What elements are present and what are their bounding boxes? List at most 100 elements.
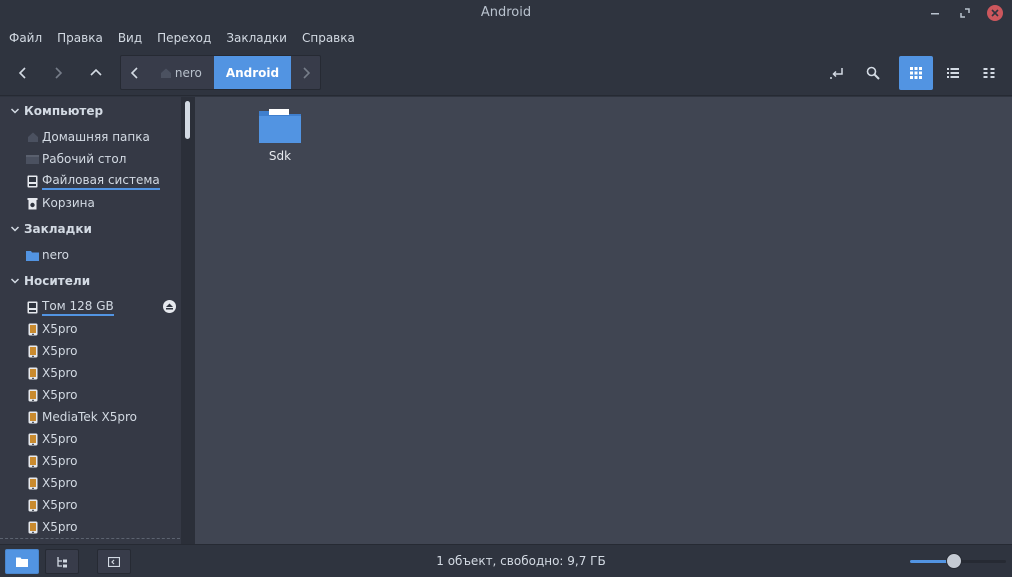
breadcrumb-current[interactable]: Android [213, 56, 292, 89]
sidebar-scrollbar-thumb[interactable] [185, 101, 190, 139]
list-view-button[interactable] [936, 56, 970, 90]
search-icon [866, 66, 880, 80]
phone-icon [28, 521, 37, 533]
sidebar-item-label: X5pro [42, 476, 78, 490]
sidebar-item-desktop[interactable]: Рабочий стол [0, 148, 180, 170]
desktop-icon [26, 154, 39, 164]
maximize-button[interactable] [956, 4, 974, 22]
eject-button[interactable] [163, 300, 176, 313]
sidebar-item-label: Рабочий стол [42, 152, 127, 166]
minimize-button[interactable] [926, 4, 944, 22]
sidebar-item-label: X5pro [42, 520, 78, 534]
path-scroll-left-button[interactable] [121, 56, 150, 89]
sidebar-item-nero[interactable]: nero [0, 244, 180, 266]
sidebar-item-label: X5pro [42, 366, 78, 380]
sidebar-item-label: nero [42, 248, 69, 262]
sidebar-item-label: X5pro [42, 344, 78, 358]
enter-location-icon [830, 68, 843, 79]
menu-help[interactable]: Справка [301, 26, 356, 50]
phone-icon [28, 389, 37, 401]
chevron-up-icon [90, 68, 102, 76]
phone-icon [28, 455, 37, 467]
home-icon [160, 68, 171, 78]
phone-icon [28, 499, 37, 511]
folder-item[interactable]: Sdk [255, 107, 305, 169]
sidebar-item-label: X5pro [42, 388, 78, 402]
chevron-left-icon [131, 66, 138, 79]
search-button[interactable] [856, 56, 890, 90]
sidebar-item-trash[interactable]: Корзина [0, 192, 180, 214]
sidebar-item-label: Файловая система [42, 173, 160, 190]
sidebar-item-volume[interactable]: Том 128 GB [0, 296, 180, 318]
sidebar-item-device[interactable]: X5pro [0, 362, 180, 384]
sidebar-item-device[interactable]: X5pro [0, 428, 180, 450]
section-computer[interactable]: Компьютер [0, 100, 180, 122]
toggle-location-button[interactable] [820, 56, 854, 90]
window-title: Android [480, 5, 532, 20]
sidebar-item-device[interactable]: X5pro [0, 340, 180, 362]
chevron-down-icon [10, 278, 20, 284]
path-scroll-right-button[interactable] [291, 56, 320, 89]
sidebar-item-label: X5pro [42, 498, 78, 512]
trash-icon [27, 197, 38, 209]
chevron-right-icon [302, 66, 310, 79]
chevron-right-icon [55, 67, 63, 79]
sidebar-scrollbar[interactable] [181, 97, 195, 544]
sidebar-item-home[interactable]: Домашняя папка [0, 126, 180, 148]
places-sidebar: Компьютер Домашняя папка Рабочий стол Фа… [0, 97, 195, 544]
phone-icon [28, 477, 37, 489]
menu-bookmarks[interactable]: Закладки [225, 26, 288, 50]
section-bookmarks[interactable]: Закладки [0, 218, 180, 240]
status-bar: 1 объект, свободно: 9,7 ГБ [0, 544, 1012, 577]
compact-view-button[interactable] [972, 56, 1006, 90]
compact-view-icon [983, 68, 995, 78]
toolbar: nero Android [0, 50, 1012, 96]
section-title: Закладки [24, 222, 92, 236]
status-text: 1 объект, свободно: 9,7 ГБ [436, 554, 606, 568]
close-button[interactable] [986, 4, 1004, 22]
back-button[interactable] [6, 56, 40, 90]
phone-icon [28, 411, 37, 423]
title-bar[interactable]: Android [0, 0, 1012, 26]
sidebar-item-device[interactable]: X5pro [0, 516, 180, 538]
section-title: Носители [24, 274, 91, 288]
chevron-down-icon [10, 108, 20, 114]
menu-edit[interactable]: Правка [56, 26, 104, 50]
sidebar-item-device[interactable]: MediaTek X5pro [0, 406, 180, 428]
sidebar-item-device[interactable]: X5pro [0, 318, 180, 340]
folder-name: Sdk [268, 149, 292, 163]
up-button[interactable] [79, 56, 113, 90]
sidebar-item-label: MediaTek X5pro [42, 410, 137, 424]
sidebar-item-label: X5pro [42, 454, 78, 468]
breadcrumb-home[interactable]: nero [150, 56, 214, 89]
file-view[interactable]: Sdk [195, 97, 1012, 544]
forward-button[interactable] [41, 56, 75, 90]
menu-file[interactable]: Файл [8, 26, 43, 50]
home-icon [27, 132, 38, 142]
sidebar-item-filesystem[interactable]: Файловая система [0, 170, 180, 192]
sidebar-item-device[interactable]: X5pro [0, 472, 180, 494]
sidebar-item-label: Том 128 GB [42, 299, 114, 316]
sidebar-item-label: Корзина [42, 196, 95, 210]
sidebar-item-label: X5pro [42, 322, 78, 336]
sidebar-item-device[interactable]: X5pro [0, 494, 180, 516]
section-title: Компьютер [24, 104, 104, 118]
menu-view[interactable]: Вид [117, 26, 143, 50]
phone-icon [28, 345, 37, 357]
phone-icon [28, 323, 37, 335]
icon-view-button[interactable] [899, 56, 933, 90]
folder-icon [26, 250, 39, 261]
sidebar-item-label: Домашняя папка [42, 130, 150, 144]
menu-go[interactable]: Переход [156, 26, 212, 50]
phone-icon [28, 367, 37, 379]
file-manager-window: Android Файл Правка Вид Переход Закладки… [0, 0, 1012, 577]
sidebar-item-device[interactable]: X5pro [0, 450, 180, 472]
chevron-left-icon [18, 67, 26, 79]
minimize-icon [931, 13, 939, 15]
chevron-down-icon [10, 226, 20, 232]
section-devices[interactable]: Носители [0, 270, 180, 292]
grid-view-icon [910, 67, 922, 79]
sidebar-item-device[interactable]: X5pro [0, 384, 180, 406]
drive-icon [27, 301, 38, 313]
eject-icon [166, 303, 173, 310]
